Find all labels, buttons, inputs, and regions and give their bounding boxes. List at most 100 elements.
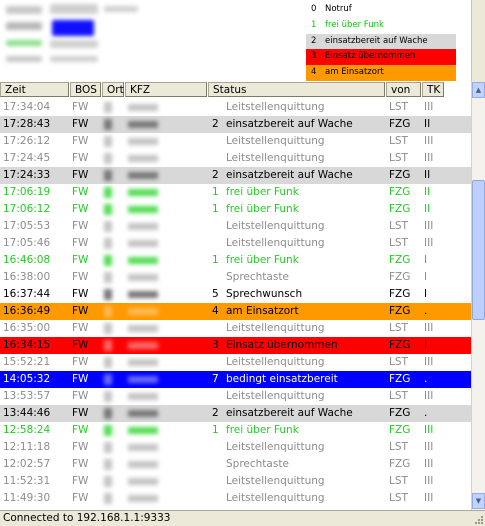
table-row[interactable]: 17:05:46 FW Leitstellenquittung LST III (0, 235, 471, 252)
cell-tk: III (424, 390, 434, 402)
cell-status-text: einsatzbereit auf Wache (226, 407, 353, 419)
table-row[interactable]: 16:34:15 FW 3 Einsatz übernommen FZG I (0, 337, 471, 354)
cell-status-text: frei über Funk (226, 186, 299, 198)
cell-ort-redacted (102, 99, 120, 116)
column-header-tk[interactable]: TK (422, 82, 444, 97)
table-row[interactable]: 12:58:24 FW 1 frei über Funk FZG III (0, 422, 471, 439)
table-row[interactable]: 16:35:00 FW Leitstellenquittung LST III (0, 320, 471, 337)
table-row[interactable]: 14:05:32 FW 7 bedingt einsatzbereit FZG. (0, 371, 471, 388)
cell-time: 17:05:46 (3, 237, 51, 249)
cell-ort-redacted (102, 133, 120, 150)
table-row[interactable]: 17:24:33 FW 2 einsatzbereit auf Wache FZG II (0, 167, 471, 184)
cell-time: 12:58:24 (3, 424, 51, 436)
column-header-bos[interactable]: BOS (70, 82, 101, 97)
column-header-von[interactable]: von (386, 82, 421, 97)
table-row[interactable]: 17:34:04 FW Leitstellenquittung LST III (0, 99, 471, 116)
cell-von: LST (389, 101, 408, 113)
arrow-up-icon[interactable]: ▲ (472, 82, 485, 98)
cell-tk: . (424, 305, 428, 317)
cell-status-text: frei über Funk (226, 254, 299, 266)
cell-kfz-redacted (124, 456, 184, 473)
cell-time: 12:02:57 (3, 458, 51, 470)
cell-ort-redacted (102, 235, 120, 252)
cell-tk: III (424, 492, 434, 504)
cell-time: 17:05:53 (3, 220, 51, 232)
cell-time: 11:49:30 (3, 492, 51, 504)
cell-status-text: frei über Funk (226, 203, 299, 215)
cell-time: 11:52:31 (3, 475, 51, 487)
table-row[interactable]: 16:37:44 FW 5 Sprechwunsch FZG I (0, 286, 471, 303)
scrollbar-thumb[interactable] (472, 180, 485, 320)
cell-status: 2 einsatzbereit auf Wache (212, 167, 353, 184)
cell-tk: III (424, 322, 434, 334)
cell-bos: FW (72, 322, 89, 334)
cell-ort-redacted (102, 252, 120, 269)
legend-status-label: Einsatz übernommen (325, 51, 416, 62)
cell-ort-redacted (102, 439, 120, 456)
cell-ort-redacted (102, 201, 120, 218)
cell-von: FZG (389, 373, 411, 385)
table-row[interactable]: 17:26:12 FW Leitstellenquittung LST III (0, 133, 471, 150)
table-row[interactable]: 17:05:53 FW Leitstellenquittung LST III (0, 218, 471, 235)
table-row[interactable]: 16:36:49 FW 4 am Einsatzort FZG. (0, 303, 471, 320)
column-header-ort[interactable]: Ort (102, 82, 124, 97)
cell-status: 7 bedingt einsatzbereit (212, 371, 338, 388)
cell-bos: FW (72, 135, 89, 147)
cell-bos: FW (72, 152, 89, 164)
cell-status: 2 einsatzbereit auf Wache (212, 405, 353, 422)
column-header-zeit[interactable]: Zeit (0, 82, 69, 97)
table-scrollbar[interactable]: ▲ ▼ (471, 82, 485, 510)
cell-status-text: einsatzbereit auf Wache (226, 118, 353, 130)
cell-ort-redacted (102, 422, 120, 439)
cell-von: LST (389, 152, 408, 164)
cell-time: 13:53:57 (3, 390, 51, 402)
table-row[interactable]: 15:52:21 FW Leitstellenquittung LST III (0, 354, 471, 371)
table-row[interactable]: 12:11:18 FW Leitstellenquittung LST III (0, 439, 471, 456)
cell-ort-redacted (102, 456, 120, 473)
arrow-down-icon[interactable]: ▼ (472, 493, 485, 509)
table-row[interactable]: 17:24:45 FW Leitstellenquittung LST III (0, 150, 471, 167)
cell-time: 16:34:15 (3, 339, 51, 351)
table-row[interactable]: 16:46:08 FW 1 frei über Funk FZG I (0, 252, 471, 269)
cell-bos: FW (72, 458, 89, 470)
legend-status-label: einsatzbereit auf Wache (325, 35, 428, 46)
cell-bos: FW (72, 288, 89, 300)
cell-status-number: 3 (212, 339, 219, 351)
column-header-kfz[interactable]: KFZ (125, 82, 207, 97)
cell-von: FZG (389, 186, 411, 198)
cell-tk: I (424, 254, 428, 266)
cell-von: FZG (389, 305, 411, 317)
column-header-status[interactable]: Status (208, 82, 385, 97)
table-row[interactable]: 13:53:57 FW Leitstellenquittung LST III (0, 388, 471, 405)
cell-von: FZG (389, 288, 411, 300)
cell-tk: III (424, 441, 434, 453)
table-row[interactable]: 17:06:19 FW 1 frei über Funk FZG II (0, 184, 471, 201)
cell-status-text: Leitstellenquittung (226, 390, 325, 402)
cell-von: LST (389, 220, 408, 232)
cell-von: FZG (389, 271, 411, 283)
resize-grip-icon[interactable] (473, 514, 483, 524)
table-row[interactable]: 11:52:31 FW Leitstellenquittung LST III (0, 473, 471, 490)
cell-kfz-redacted (124, 252, 184, 269)
cell-status-text: Leitstellenquittung (226, 220, 325, 232)
cell-kfz-redacted (124, 320, 184, 337)
table-row[interactable]: 17:28:43 FW 2 einsatzbereit auf Wache FZG II (0, 116, 471, 133)
table-row[interactable]: 12:02:57 FW Sprechtaste FZG III (0, 456, 471, 473)
table-row[interactable]: 17:06:12 FW 1 frei über Funk FZG II (0, 201, 471, 218)
cell-status: 1 frei über Funk (212, 184, 299, 201)
legend-row: 1 frei über Funk (306, 17, 456, 34)
cell-kfz-redacted (124, 371, 184, 388)
status-log-table[interactable]: 17:34:04 FW Leitstellenquittung LST III 17:28… (0, 99, 471, 510)
cell-status: Sprechtaste (212, 456, 289, 473)
cell-kfz-redacted (124, 405, 184, 422)
table-row[interactable]: 16:38:00 FW Sprechtaste FZG I (0, 269, 471, 286)
legend-status-number: 2 (311, 35, 317, 46)
cell-kfz-redacted (124, 133, 184, 150)
cell-status: Leitstellenquittung (212, 150, 325, 167)
cell-ort-redacted (102, 337, 120, 354)
cell-kfz-redacted (124, 201, 184, 218)
legend-row: 2 einsatzbereit auf Wache (306, 33, 456, 50)
table-row[interactable]: 13:44:46 FW 2 einsatzbereit auf Wache FZG. (0, 405, 471, 422)
table-row[interactable]: 11:49:30 FW Leitstellenquittung LST III (0, 490, 471, 507)
top-scrollbar[interactable] (471, 0, 485, 82)
